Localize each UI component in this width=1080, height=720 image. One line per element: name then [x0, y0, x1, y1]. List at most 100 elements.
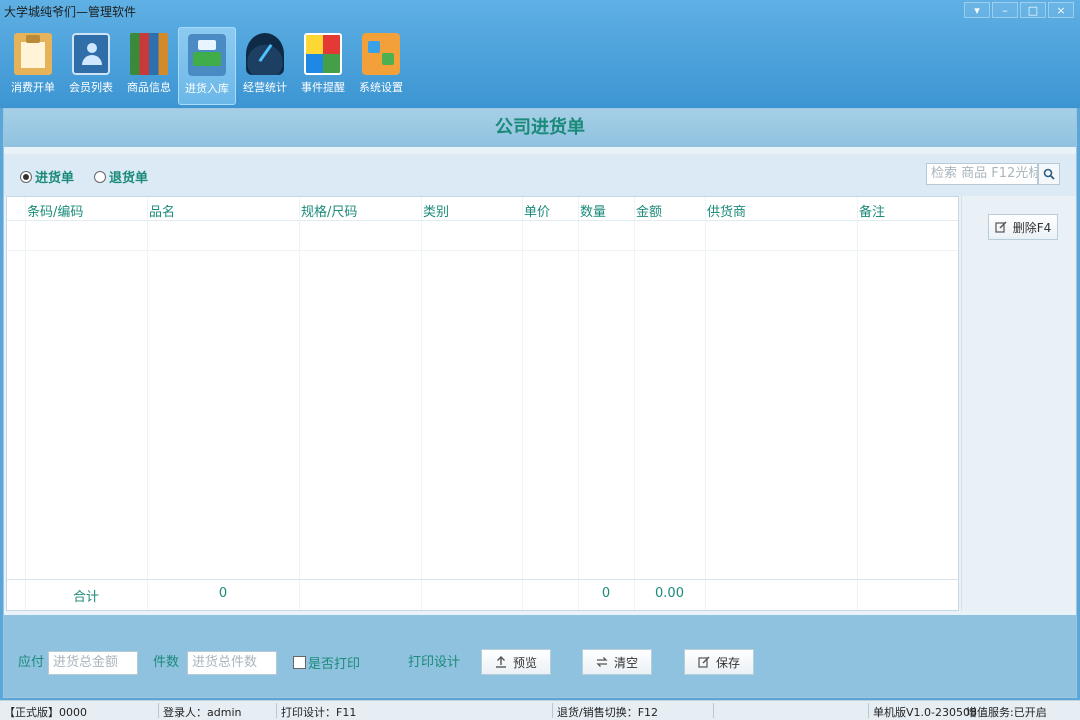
- status-switch: 退货/销售切换：F12: [557, 706, 659, 719]
- save-button[interactable]: 保存: [684, 649, 754, 675]
- payable-input[interactable]: 进货总金额: [48, 651, 138, 675]
- column-header[interactable]: 品名: [149, 201, 175, 220]
- column-divider: [634, 197, 635, 610]
- status-bar: 【正式版】0000 登录人：admin 打印设计：F11 退货/销售切换：F12…: [0, 700, 1080, 720]
- window-title: 大学城纯爷们—管理软件: [4, 5, 137, 19]
- status-divider: [713, 703, 714, 718]
- swap-icon: [596, 657, 608, 667]
- column-header[interactable]: 单价: [524, 201, 550, 220]
- ribbon-label: 消费开单: [11, 81, 55, 94]
- search-button[interactable]: [1038, 163, 1060, 185]
- ribbon-item-statistics[interactable]: 经营统计: [236, 27, 294, 105]
- purchase-table[interactable]: 条码/编码 品名 规格/尺码 类别 单价 数量 金额 供货商 备注 合计 0 0…: [6, 196, 959, 611]
- column-divider: [522, 197, 523, 610]
- column-header[interactable]: 类别: [423, 201, 449, 220]
- column-header[interactable]: 供货商: [707, 201, 746, 220]
- column-divider: [147, 197, 148, 610]
- edit-icon: [698, 656, 710, 668]
- column-header[interactable]: 规格/尺码: [301, 201, 357, 220]
- status-print-design: 打印设计：F11: [281, 706, 357, 719]
- preview-button[interactable]: 预览: [481, 649, 551, 675]
- books-icon: [130, 33, 168, 75]
- options-bar: 进货单 退货单 检索 商品 F12光标: [4, 154, 1076, 196]
- radio-return[interactable]: 退货单: [94, 167, 148, 186]
- save-button-label: 保存: [715, 655, 740, 670]
- ribbon-item-goods[interactable]: 商品信息: [120, 27, 178, 105]
- radio-unselected-icon: [94, 170, 106, 183]
- ribbon-item-settings[interactable]: 系统设置: [352, 27, 410, 105]
- edit-icon: [995, 221, 1007, 233]
- minimize-icon[interactable]: –: [992, 2, 1018, 18]
- window-controls: ▾ – □ ×: [964, 2, 1074, 18]
- ribbon-label: 进货入库: [185, 82, 229, 95]
- column-divider: [857, 197, 858, 610]
- pieces-label: 件数: [153, 655, 180, 670]
- search-input[interactable]: 检索 商品 F12光标: [926, 163, 1038, 185]
- ribbon-label: 事件提醒: [301, 81, 345, 94]
- preview-button-label: 预览: [512, 655, 537, 670]
- totals-amount: 0.00: [655, 586, 684, 601]
- ribbon-label: 经营统计: [243, 81, 287, 94]
- totals-label: 合计: [72, 590, 99, 605]
- column-header[interactable]: 金额: [636, 201, 662, 220]
- status-divider: [868, 703, 869, 718]
- page-title: 公司进货单: [495, 117, 585, 138]
- status-login: 登录人：admin: [163, 706, 242, 719]
- status-version: 单机版V1.0-230508: [873, 706, 977, 719]
- totals-quantity: 0: [601, 586, 611, 601]
- status-service: 增值服务:已开启: [966, 706, 1047, 719]
- bottom-panel: 应付 进货总金额 件数 进货总件数 是否打印 打印设计 预览 清空 保存: [4, 615, 1076, 697]
- ribbon-item-stock-in[interactable]: 进货入库: [178, 27, 236, 105]
- ribbon-label: 系统设置: [359, 81, 403, 94]
- column-divider: [705, 197, 706, 610]
- print-checkbox-label: 是否打印: [308, 657, 361, 672]
- status-divider: [276, 703, 277, 718]
- totals-name-count: 0: [218, 586, 228, 601]
- delete-button-label: 删除F4: [1012, 220, 1052, 235]
- column-divider: [421, 197, 422, 610]
- upload-icon: [495, 656, 506, 668]
- column-divider: [299, 197, 300, 610]
- column-header[interactable]: 数量: [580, 201, 606, 220]
- settings-folder-icon: [362, 33, 400, 75]
- maximize-icon[interactable]: □: [1020, 2, 1046, 18]
- print-design-link[interactable]: 打印设计: [408, 651, 460, 670]
- truck-icon: [188, 34, 226, 76]
- column-divider: [578, 197, 579, 610]
- app-header: 大学城纯爷们—管理软件 ▾ – □ × 消费开单 会员列表 商品信息 进货入库 …: [0, 0, 1080, 108]
- totals-row: 合计 0 0 0.00: [7, 579, 958, 610]
- table-row[interactable]: [7, 221, 958, 251]
- delete-button[interactable]: 删除F4: [988, 214, 1058, 240]
- radio-label: 进货单: [35, 171, 75, 186]
- checkbox-icon: [293, 656, 306, 669]
- page-header: 公司进货单: [4, 109, 1076, 147]
- close-icon[interactable]: ×: [1048, 2, 1074, 18]
- status-edition: 【正式版】0000: [4, 706, 87, 719]
- status-divider: [158, 703, 159, 718]
- ribbon-item-billing[interactable]: 消费开单: [4, 27, 62, 105]
- ribbon-label: 商品信息: [127, 81, 171, 94]
- ribbon-label: 会员列表: [69, 81, 113, 94]
- column-header[interactable]: 条码/编码: [27, 201, 83, 220]
- side-panel: 删除F4: [961, 196, 1076, 611]
- table-header: 条码/编码 品名 规格/尺码 类别 单价 数量 金额 供货商 备注: [7, 197, 958, 221]
- radio-label: 退货单: [109, 171, 149, 186]
- payable-label: 应付: [18, 655, 45, 670]
- ribbon-item-events[interactable]: 事件提醒: [294, 27, 352, 105]
- column-header[interactable]: 备注: [859, 201, 885, 220]
- search-icon: [1043, 168, 1055, 180]
- radio-purchase[interactable]: 进货单: [20, 167, 74, 186]
- gauge-icon: [246, 33, 284, 75]
- status-divider: [552, 703, 553, 718]
- alert-windows-icon: [304, 33, 342, 75]
- ribbon-item-members[interactable]: 会员列表: [62, 27, 120, 105]
- clear-button-label: 清空: [613, 655, 638, 670]
- print-checkbox[interactable]: 是否打印: [293, 653, 360, 672]
- clipboard-icon: [14, 33, 52, 75]
- menu-dropdown-icon[interactable]: ▾: [964, 2, 990, 18]
- main-ribbon: 消费开单 会员列表 商品信息 进货入库 经营统计 事件提醒 系统设置: [4, 27, 410, 105]
- radio-selected-icon: [20, 170, 32, 183]
- column-divider: [25, 197, 26, 610]
- pieces-input[interactable]: 进货总件数: [187, 651, 277, 675]
- clear-button[interactable]: 清空: [582, 649, 652, 675]
